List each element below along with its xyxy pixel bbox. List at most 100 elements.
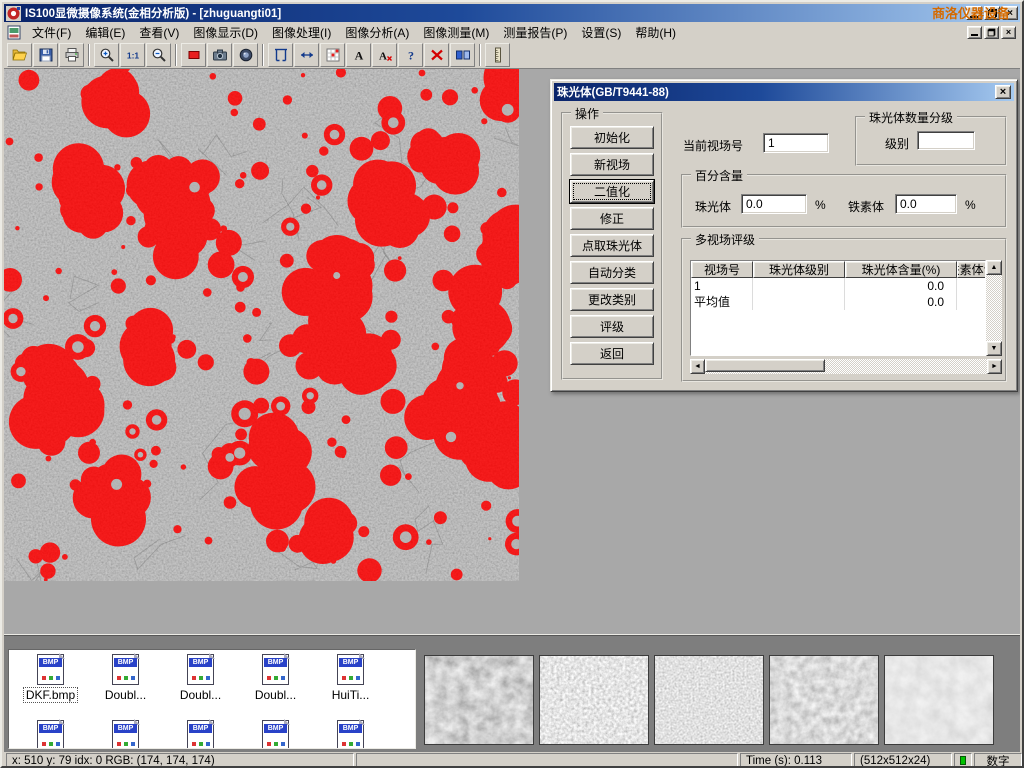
close-button[interactable]: × [1002, 6, 1018, 20]
file-dots [192, 742, 196, 746]
table-horizontal-scrollbar[interactable]: ◄ ► [690, 359, 1002, 374]
child-restore-button[interactable] [984, 26, 999, 39]
vertical-scroll-track[interactable] [986, 275, 1002, 341]
bmp-file-icon: BMP [262, 720, 289, 749]
document-icon[interactable] [7, 25, 22, 40]
pearlite-percent-input[interactable] [741, 194, 807, 214]
lens-button[interactable] [233, 43, 258, 67]
help-button[interactable]: ? [398, 43, 423, 67]
dialog-close-button[interactable]: × [995, 85, 1011, 99]
minimize-button[interactable] [966, 6, 982, 20]
op-pick-pearlite-button[interactable]: 点取珠光体 [570, 234, 654, 257]
specimen-thumbnail-1[interactable] [424, 655, 534, 745]
rating-table[interactable]: 视场号珠光体级别珠光体含量(%)铁素体含量(%) 10.0平均值0.0 [690, 260, 986, 356]
save-button[interactable] [33, 43, 58, 67]
op-new-field-button[interactable]: 新视场 [570, 153, 654, 176]
grid-measure-icon [325, 47, 341, 63]
file-item-hidden-4[interactable]: BMP [313, 716, 388, 749]
table-header-1[interactable]: 珠光体级别 [753, 261, 845, 278]
file-item-hidden-1[interactable]: BMP [88, 716, 163, 749]
op-correct-button[interactable]: 修正 [570, 207, 654, 230]
file-item-0[interactable]: BMPDKF.bmp [13, 650, 88, 702]
table-cell-0-0: 1 [691, 278, 753, 294]
op-rate-button[interactable]: 评级 [570, 315, 654, 338]
actual-size-icon: 1:1 [125, 47, 141, 63]
menu-item-9[interactable]: 帮助(H) [628, 22, 683, 43]
file-item-hidden-0[interactable]: BMP [13, 716, 88, 749]
child-minimize-button[interactable] [967, 26, 982, 39]
menu-item-7[interactable]: 测量报告(P) [496, 22, 574, 43]
menu-item-8[interactable]: 设置(S) [574, 22, 628, 43]
file-label: DKF.bmp [24, 688, 77, 702]
camera-capture-button[interactable] [207, 43, 232, 67]
file-item-2[interactable]: BMPDoubl... [163, 650, 238, 702]
multi-field-group-label: 多视场评级 [691, 231, 759, 248]
actual-size-button[interactable]: 1:1 [120, 43, 145, 67]
measure-distance-button[interactable] [294, 43, 319, 67]
scroll-right-button[interactable]: ► [987, 359, 1002, 374]
toolbar-separator [479, 44, 481, 66]
print-button[interactable] [59, 43, 84, 67]
file-dots [192, 676, 196, 680]
dialog-close-icon: × [1000, 86, 1006, 98]
menu-items: 文件(F)编辑(E)查看(V)图像显示(D)图像处理(I)图像分析(A)图像测量… [25, 22, 683, 43]
file-item-hidden-2[interactable]: BMP [163, 716, 238, 749]
measure-width-button[interactable] [268, 43, 293, 67]
bmp-file-icon: BMP [262, 654, 289, 685]
table-header-2[interactable]: 珠光体含量(%) [845, 261, 957, 278]
bmp-file-icon: BMP [187, 654, 214, 685]
current-field-label: 当前视场号 [683, 137, 743, 154]
op-auto-classify-button[interactable]: 自动分类 [570, 261, 654, 284]
file-item-3[interactable]: BMPDoubl... [238, 650, 313, 702]
menu-item-0[interactable]: 文件(F) [25, 22, 78, 43]
menu-item-1[interactable]: 编辑(E) [78, 22, 132, 43]
ruler-button[interactable] [485, 43, 510, 67]
menu-item-2[interactable]: 查看(V) [132, 22, 186, 43]
horizontal-scroll-thumb[interactable] [705, 359, 825, 372]
file-item-hidden-3[interactable]: BMP [238, 716, 313, 749]
specimen-thumbnail-5[interactable] [884, 655, 994, 745]
delete-annotation-icon: A [377, 47, 393, 63]
grade-input[interactable] [917, 131, 975, 150]
horizontal-scroll-track[interactable] [705, 359, 987, 374]
zoom-out-button[interactable] [146, 43, 171, 67]
child-close-button[interactable]: × [1001, 26, 1016, 39]
specimen-thumbnail-4[interactable] [769, 655, 879, 745]
ferrite-percent-input[interactable] [895, 194, 957, 214]
operation-group-label: 操作 [571, 105, 603, 122]
scroll-left-button[interactable]: ◄ [690, 359, 705, 374]
bmp-file-icon: BMP [112, 654, 139, 685]
menu-item-6[interactable]: 图像测量(M) [416, 22, 496, 43]
table-header-0[interactable]: 视场号 [691, 261, 753, 278]
op-return-button[interactable]: 返回 [570, 342, 654, 365]
micrograph-image[interactable] [4, 69, 519, 581]
op-binarize-button[interactable]: 二值化 [570, 180, 654, 203]
menu-item-4[interactable]: 图像处理(I) [265, 22, 338, 43]
svg-text:A: A [354, 49, 363, 63]
current-field-input[interactable] [763, 133, 829, 153]
restore-button[interactable] [984, 6, 1000, 20]
op-change-class-button[interactable]: 更改类别 [570, 288, 654, 311]
scroll-down-button[interactable]: ▼ [986, 341, 1002, 356]
scroll-up-button[interactable]: ▲ [986, 260, 1002, 275]
grid-measure-button[interactable] [320, 43, 345, 67]
zoom-in-button[interactable] [94, 43, 119, 67]
file-browser[interactable]: BMPDKF.bmpBMPDoubl...BMPDoubl...BMPDoubl… [8, 649, 416, 749]
op-init-button[interactable]: 初始化 [570, 126, 654, 149]
file-item-1[interactable]: BMPDoubl... [88, 650, 163, 702]
delete-measure-button[interactable] [424, 43, 449, 67]
menu-item-5[interactable]: 图像分析(A) [338, 22, 416, 43]
specimen-thumbnail-2[interactable] [539, 655, 649, 745]
marker-button[interactable] [450, 43, 475, 67]
specimen-thumbnail-3[interactable] [654, 655, 764, 745]
annotate-text-button[interactable]: A [346, 43, 371, 67]
dialog-title-bar[interactable]: 珠光体(GB/T9441-88) × [554, 83, 1014, 101]
table-header-3[interactable]: 铁素体含量(%) [957, 261, 986, 278]
menu-item-3[interactable]: 图像显示(D) [186, 22, 265, 43]
status-spacer [356, 753, 738, 768]
open-file-button[interactable] [7, 43, 32, 67]
file-item-4[interactable]: BMPHuiTi... [313, 650, 388, 702]
select-region-button[interactable] [181, 43, 206, 67]
delete-annotation-button[interactable]: A [372, 43, 397, 67]
table-vertical-scrollbar[interactable]: ▲ ▼ [986, 260, 1002, 356]
